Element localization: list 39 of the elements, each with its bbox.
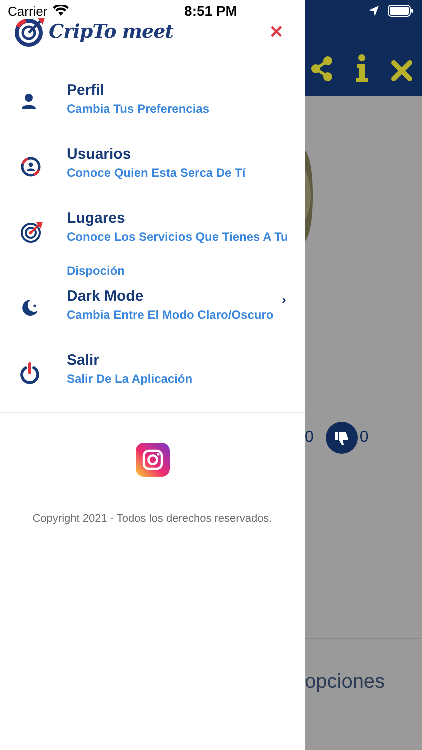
moon-icon	[20, 298, 40, 318]
logo-icon	[14, 17, 46, 47]
target-icon	[20, 220, 44, 244]
carrier-label: Carrier	[8, 4, 48, 18]
share-icon[interactable]	[310, 56, 332, 82]
menu-item-subtitle: Conoce Los Servicios Que Tienes A Tu Dispoción	[67, 229, 290, 280]
wifi-icon	[52, 5, 69, 17]
power-icon	[20, 362, 40, 384]
dislike-count: 0	[360, 429, 369, 447]
like-count: 0	[305, 429, 314, 447]
menu-item-subtitle: Cambia Entre El Modo Claro/Oscuro	[67, 307, 274, 324]
menu-item[interactable]: Usuarios Conoce Quien Esta Serca De Tí	[0, 146, 305, 210]
menu-item-title: Usuarios	[67, 146, 132, 164]
menu-item-subtitle: Conoce Quien Esta Serca De Tí	[67, 165, 246, 182]
menu-item-title: Salir	[67, 352, 100, 370]
app-logo-text: CripTo meet	[49, 21, 174, 43]
menu-item[interactable]: Dark Mode Cambia Entre El Modo Claro/Oscuro ›	[0, 288, 305, 352]
close-icon[interactable]	[390, 60, 412, 82]
menu-item-title: Lugares	[67, 210, 126, 228]
menu-item-title: Perfil	[67, 82, 105, 100]
person-icon	[20, 92, 38, 110]
user-target-icon	[20, 156, 42, 178]
menu-item[interactable]: Salir Salir De La Aplicación	[0, 352, 305, 416]
menu-item[interactable]: Perfil Cambia Tus Preferencias	[0, 82, 305, 146]
info-icon[interactable]	[356, 54, 368, 82]
options-label: opciones	[305, 671, 386, 694]
thumbs-down-icon	[334, 430, 350, 446]
menu-item-title: Dark Mode	[67, 288, 144, 306]
chevron: ›	[282, 292, 286, 307]
location-arrow-icon	[368, 5, 380, 17]
menu-item[interactable]: Lugares Conoce Los Servicios Que Tienes A Tu Dispoción	[0, 210, 305, 288]
clock-text: 8:51 PM	[184, 3, 238, 19]
close-button[interactable]: ×	[266, 21, 287, 43]
instagram-icon[interactable]	[136, 443, 170, 477]
battery-icon	[388, 5, 414, 17]
copyright-text: Copyright 2021 - Todos los derechos reservados.	[32, 513, 274, 525]
menu-item-subtitle: Salir De La Aplicación	[67, 371, 193, 388]
menu-item-subtitle: Cambia Tus Preferencias	[67, 101, 210, 118]
dislike-button[interactable]	[326, 422, 358, 454]
